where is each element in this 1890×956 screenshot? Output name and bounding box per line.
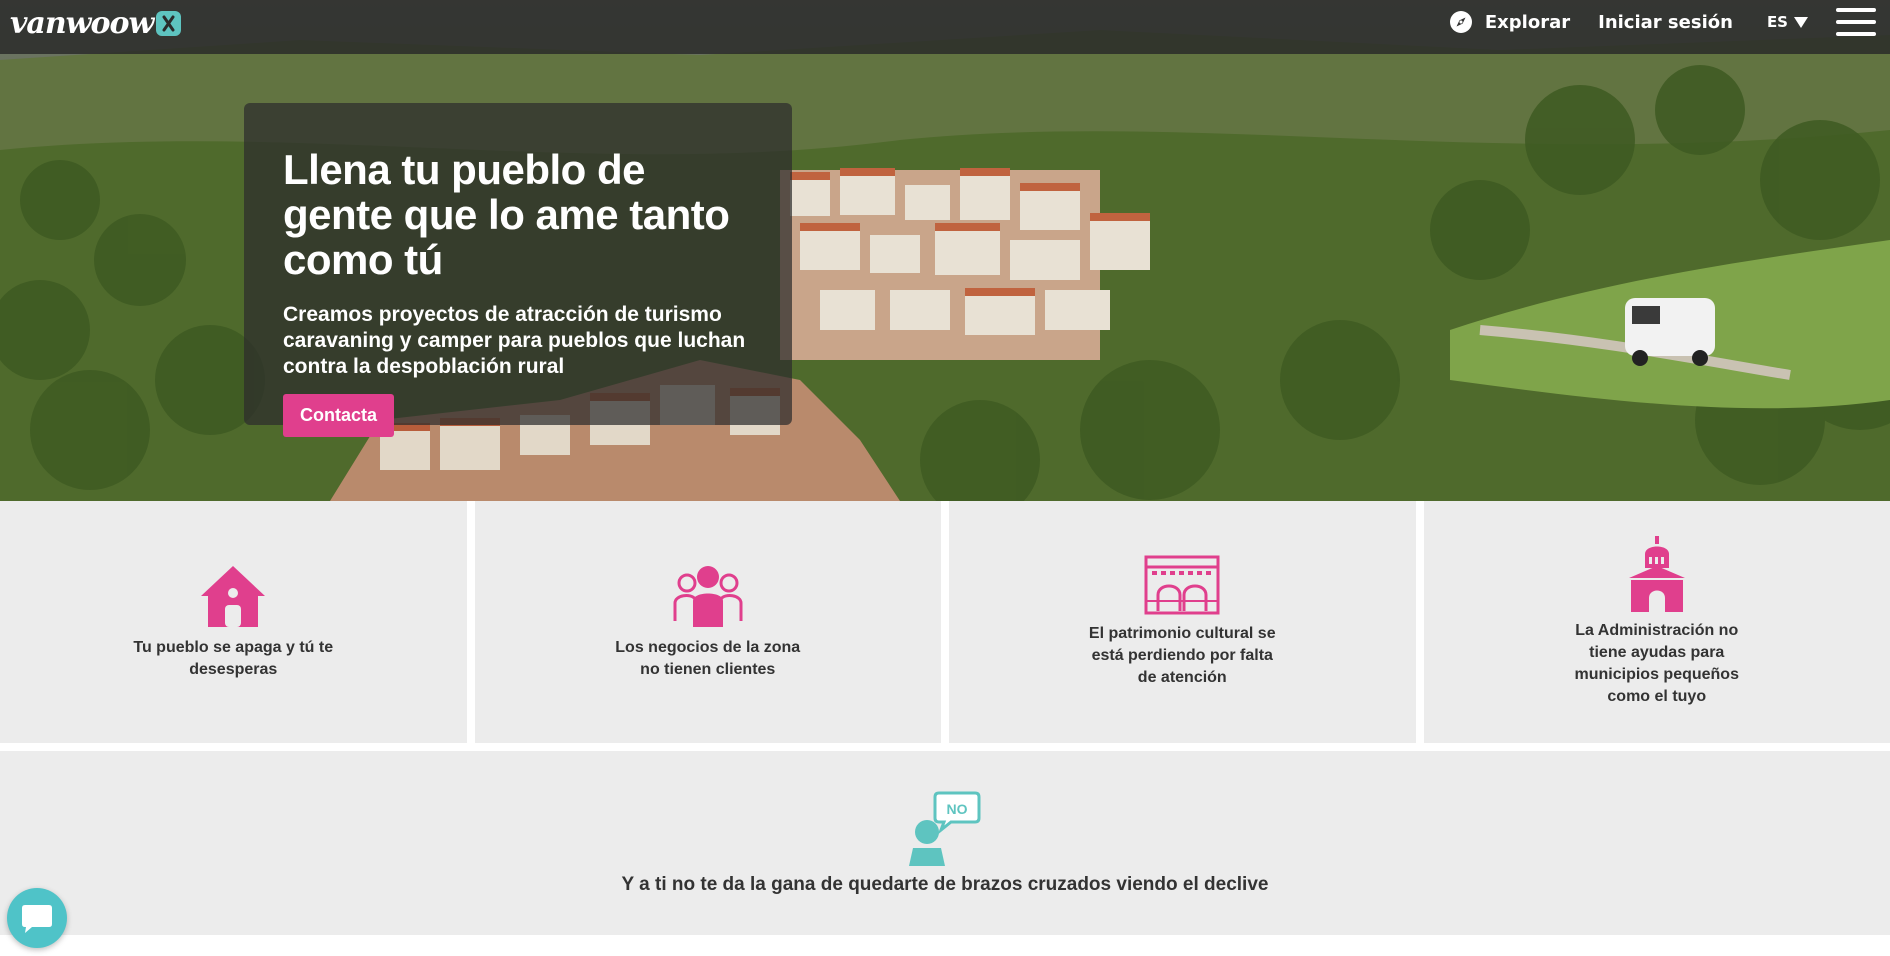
feature-text: Los negocios de la zona no tienen client… (615, 639, 801, 678)
feature-card: El patrimonio cultural se está perdiendo… (949, 501, 1416, 743)
login-link[interactable]: Iniciar sesión (1598, 12, 1733, 33)
top-navigation-bar: vanwoow Explorar Iniciar sesión ES (0, 0, 1890, 54)
people-icon (673, 566, 743, 627)
feature-card: La Administración no tiene ayudas para m… (1423, 501, 1890, 743)
language-selector[interactable]: ES (1767, 13, 1808, 31)
hero-section: vanwoow Explorar Iniciar sesión ES Llena… (0, 0, 1890, 501)
hero-title: Llena tu pueblo de gente que lo ame tant… (283, 146, 730, 283)
chat-button[interactable] (7, 888, 67, 948)
hamburger-icon[interactable] (1836, 8, 1876, 36)
speech-text: NO (947, 801, 968, 817)
chat-bubble-icon (22, 905, 52, 933)
feature-card: Los negocios de la zona no tienen client… (474, 501, 941, 743)
feature-text: Tu pueblo se apaga y tú te desesperas (133, 639, 334, 678)
features-row: Tu pueblo se apaga y tú te desesperas Lo… (0, 501, 1890, 743)
hero-subtitle: Creamos proyectos de atracción de turism… (283, 303, 746, 378)
nav-menu: Explorar Iniciar sesión ES (1449, 0, 1890, 44)
logo-text: vanwoow (10, 5, 154, 41)
decline-text: Y a ti no te da la gana de quedarte de b… (621, 874, 1269, 895)
hero-card: Llena tu pueblo de gente que lo ame tant… (244, 103, 792, 437)
house-icon (201, 566, 266, 627)
contact-button[interactable]: Contacta (283, 394, 395, 437)
feature-text: El patrimonio cultural se está perdiendo… (1088, 625, 1276, 686)
feature-text: La Administración no tiene ayudas para m… (1574, 622, 1739, 705)
logo-badge-icon (156, 10, 182, 36)
explore-link[interactable]: Explorar (1449, 10, 1570, 34)
explore-label: Explorar (1484, 11, 1571, 33)
language-label: ES (1766, 13, 1788, 31)
feature-card: Tu pueblo se apaga y tú te desesperas (0, 501, 467, 743)
heritage-building-icon (1144, 555, 1220, 615)
caret-down-icon (1794, 16, 1808, 28)
compass-icon (1449, 11, 1472, 33)
town-hall-icon (1628, 536, 1685, 612)
logo[interactable]: vanwoow (10, 5, 182, 41)
person-no-speech-icon: NO (909, 791, 981, 866)
decline-section: NO Y a ti no te da la gana de quedarte d… (0, 751, 1890, 935)
